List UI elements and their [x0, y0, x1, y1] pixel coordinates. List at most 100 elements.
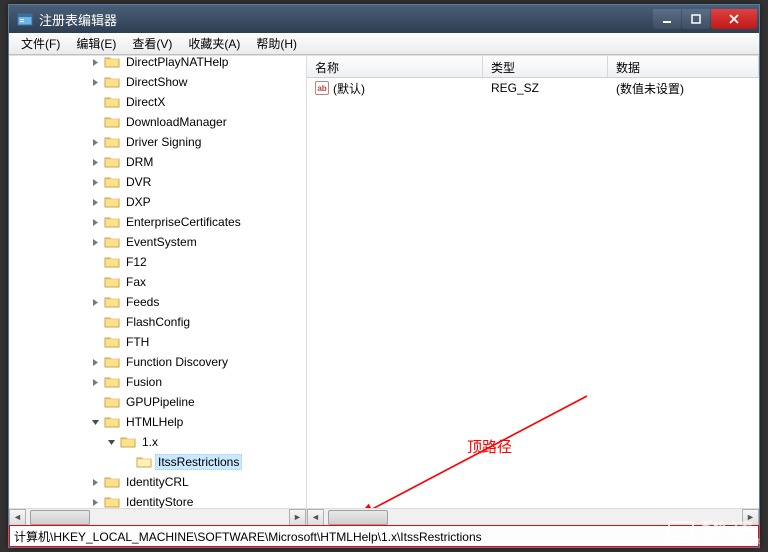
folder-icon	[104, 135, 120, 149]
scroll-left-button[interactable]: ◄	[307, 509, 324, 526]
scroll-thumb[interactable]	[328, 510, 388, 525]
tree-item[interactable]: 1.x	[9, 432, 306, 452]
tree-item[interactable]: Driver Signing	[9, 132, 306, 152]
menu-favorites[interactable]: 收藏夹(A)	[180, 33, 248, 54]
scroll-track[interactable]	[26, 510, 289, 525]
expand-toggle-icon[interactable]	[89, 156, 101, 168]
col-type[interactable]: 类型	[483, 56, 608, 77]
tree-item-label: HTMLHelp	[123, 414, 186, 430]
tree-item[interactable]: DownloadManager	[9, 112, 306, 132]
menu-file[interactable]: 文件(F)	[13, 33, 68, 54]
tree-item[interactable]: FlashConfig	[9, 312, 306, 332]
folder-icon	[104, 95, 120, 109]
tree-item[interactable]: DVR	[9, 172, 306, 192]
window-title: 注册表编辑器	[39, 10, 653, 29]
menu-help[interactable]: 帮助(H)	[248, 33, 305, 54]
tree-item-label: DRM	[123, 154, 156, 170]
maximize-button[interactable]	[682, 9, 710, 29]
expand-toggle-icon[interactable]	[89, 56, 101, 68]
expand-toggle-icon[interactable]	[89, 296, 101, 308]
expand-toggle-icon[interactable]	[89, 496, 101, 508]
tree-item-label: ItssRestrictions	[155, 454, 242, 470]
expand-toggle-icon[interactable]	[89, 196, 101, 208]
col-name[interactable]: 名称	[307, 56, 483, 77]
folder-icon	[104, 375, 120, 389]
tree-item[interactable]: Function Discovery	[9, 352, 306, 372]
expand-toggle-icon[interactable]	[89, 376, 101, 388]
tree-item-label: GPUPipeline	[123, 394, 198, 410]
folder-icon	[104, 315, 120, 329]
tree-item[interactable]: ItssRestrictions	[9, 452, 306, 472]
tree-item-label: Fax	[123, 274, 149, 290]
expand-toggle-icon[interactable]	[89, 76, 101, 88]
window-controls	[653, 9, 757, 29]
tree-item[interactable]: EventSystem	[9, 232, 306, 252]
tree-item-label: 1.x	[139, 434, 161, 450]
tree-item[interactable]: DRM	[9, 152, 306, 172]
tree-item[interactable]: DirectPlayNATHelp	[9, 56, 306, 72]
tree-item[interactable]: Fusion	[9, 372, 306, 392]
minimize-button[interactable]	[653, 9, 681, 29]
statusbar: 计算机\HKEY_LOCAL_MACHINE\SOFTWARE\Microsof…	[9, 525, 759, 547]
tree-hscrollbar[interactable]: ◄ ►	[9, 508, 306, 525]
tree-item[interactable]: DirectShow	[9, 72, 306, 92]
scroll-left-button[interactable]: ◄	[9, 509, 26, 526]
scroll-track[interactable]	[324, 510, 742, 525]
registry-editor-window: 注册表编辑器 文件(F) 编辑(E) 查看(V) 收藏夹(A) 帮助(H) Di…	[8, 4, 760, 548]
col-data[interactable]: 数据	[608, 56, 759, 77]
tree-item-label: FlashConfig	[123, 314, 193, 330]
folder-icon	[104, 295, 120, 309]
tree-item-label: FTH	[123, 334, 152, 350]
scroll-thumb[interactable]	[30, 510, 90, 525]
list-hscrollbar[interactable]: ◄ ►	[307, 508, 759, 525]
menu-edit[interactable]: 编辑(E)	[68, 33, 124, 54]
tree-item[interactable]: DirectX	[9, 92, 306, 112]
menubar: 文件(F) 编辑(E) 查看(V) 收藏夹(A) 帮助(H)	[9, 33, 759, 55]
tree-item[interactable]: IdentityCRL	[9, 472, 306, 492]
folder-icon	[104, 255, 120, 269]
tree-item[interactable]: IdentityStore	[9, 492, 306, 508]
tree-item-label: F12	[123, 254, 150, 270]
expand-toggle-icon[interactable]	[105, 436, 117, 448]
expand-toggle-icon[interactable]	[89, 416, 101, 428]
value-type: REG_SZ	[483, 79, 608, 97]
tree-item-label: DirectShow	[123, 74, 190, 90]
scroll-right-button[interactable]: ►	[742, 509, 759, 526]
tree-item[interactable]: DXP	[9, 192, 306, 212]
tree-item[interactable]: GPUPipeline	[9, 392, 306, 412]
tree-item[interactable]: Fax	[9, 272, 306, 292]
list-header: 名称 类型 数据	[307, 56, 759, 78]
folder-icon	[104, 335, 120, 349]
titlebar[interactable]: 注册表编辑器	[9, 5, 759, 33]
close-button[interactable]	[711, 9, 757, 29]
tree-view[interactable]: DirectPlayNATHelp DirectShow DirectX Downlo…	[9, 56, 306, 508]
tree-item[interactable]: HTMLHelp	[9, 412, 306, 432]
menu-view[interactable]: 查看(V)	[124, 33, 180, 54]
list-row[interactable]: ab (默认) REG_SZ (数值未设置)	[307, 78, 759, 98]
tree-item-label: Fusion	[123, 374, 165, 390]
tree-item[interactable]: F12	[9, 252, 306, 272]
content-area: DirectPlayNATHelp DirectShow DirectX Downlo…	[9, 55, 759, 525]
tree-item[interactable]: Feeds	[9, 292, 306, 312]
tree-item[interactable]: FTH	[9, 332, 306, 352]
list-pane: 名称 类型 数据 ab (默认) REG_SZ (数值未设置) 顶路径	[307, 56, 759, 525]
tree-item-label: DirectPlayNATHelp	[123, 56, 231, 70]
status-path: 计算机\HKEY_LOCAL_MACHINE\SOFTWARE\Microsof…	[14, 528, 482, 545]
expand-toggle-icon[interactable]	[89, 476, 101, 488]
tree-item-label: EventSystem	[123, 234, 200, 250]
expand-toggle-icon[interactable]	[89, 356, 101, 368]
folder-icon	[104, 155, 120, 169]
expand-toggle-icon[interactable]	[89, 136, 101, 148]
folder-icon	[104, 75, 120, 89]
tree-item-label: IdentityStore	[123, 494, 196, 508]
expand-toggle-icon[interactable]	[89, 176, 101, 188]
scroll-right-button[interactable]: ►	[289, 509, 306, 526]
list-body[interactable]: ab (默认) REG_SZ (数值未设置) 顶路径	[307, 78, 759, 508]
expand-toggle-icon[interactable]	[89, 216, 101, 228]
tree-item-label: DownloadManager	[123, 114, 230, 130]
tree-item[interactable]: EnterpriseCertificates	[9, 212, 306, 232]
value-name: (默认)	[333, 80, 365, 97]
expand-toggle-icon[interactable]	[89, 236, 101, 248]
annotation-label: 顶路径	[467, 436, 512, 457]
folder-icon	[104, 475, 120, 489]
